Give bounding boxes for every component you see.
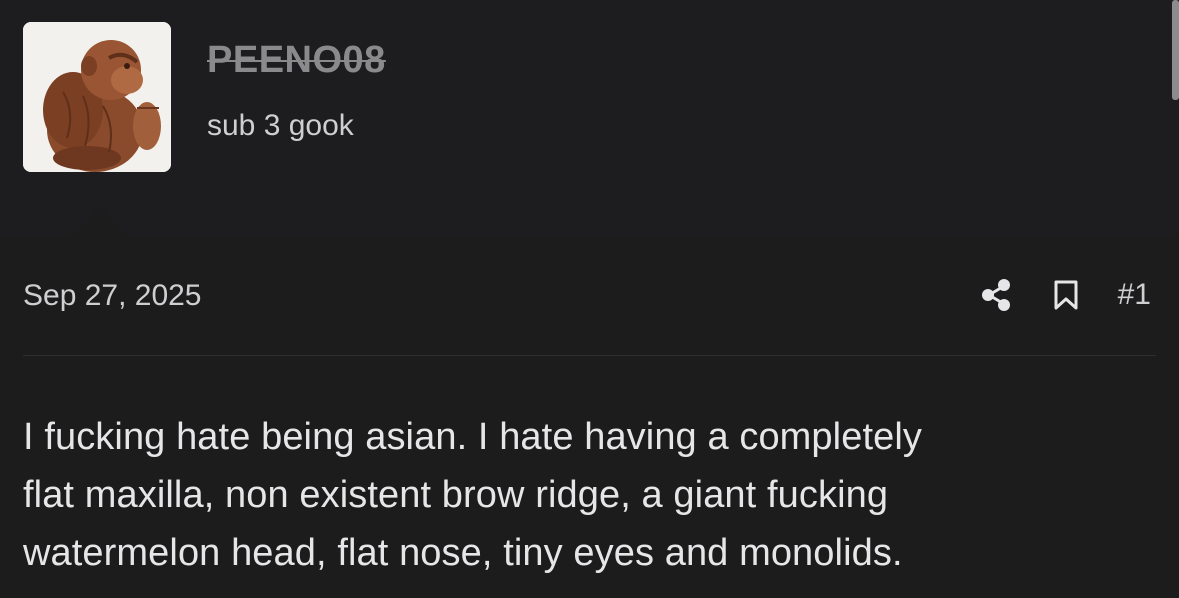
post-body-line: flat maxilla, non existent brow ridge, a… xyxy=(23,474,889,516)
post-number-link[interactable]: #1 xyxy=(1118,276,1151,314)
username-link[interactable]: PEENO08 xyxy=(207,38,386,82)
post-body-line: watermelon head, flat nose, tiny eyes an… xyxy=(23,532,903,574)
divider xyxy=(23,355,1156,356)
monkey-statue-avatar-icon xyxy=(23,22,171,172)
user-title: sub 3 gook xyxy=(207,109,354,142)
scrollbar-thumb[interactable] xyxy=(1172,0,1179,100)
share-icon[interactable] xyxy=(978,276,1014,314)
avatar[interactable] xyxy=(23,22,171,172)
post-body: I fucking hate being asian. I hate havin… xyxy=(23,408,1163,582)
post-body-line: I fucking hate being asian. I hate havin… xyxy=(23,416,922,458)
forum-post-page: PEENO08 sub 3 gook Sep 27, 2025 #1 I fuc… xyxy=(0,0,1179,598)
author-pointer-arrow xyxy=(72,206,128,236)
bookmark-icon[interactable] xyxy=(1048,276,1084,314)
post-date[interactable]: Sep 27, 2025 xyxy=(23,278,202,314)
post-author-block: PEENO08 sub 3 gook xyxy=(0,0,1179,236)
post-actions: #1 xyxy=(978,276,1151,314)
